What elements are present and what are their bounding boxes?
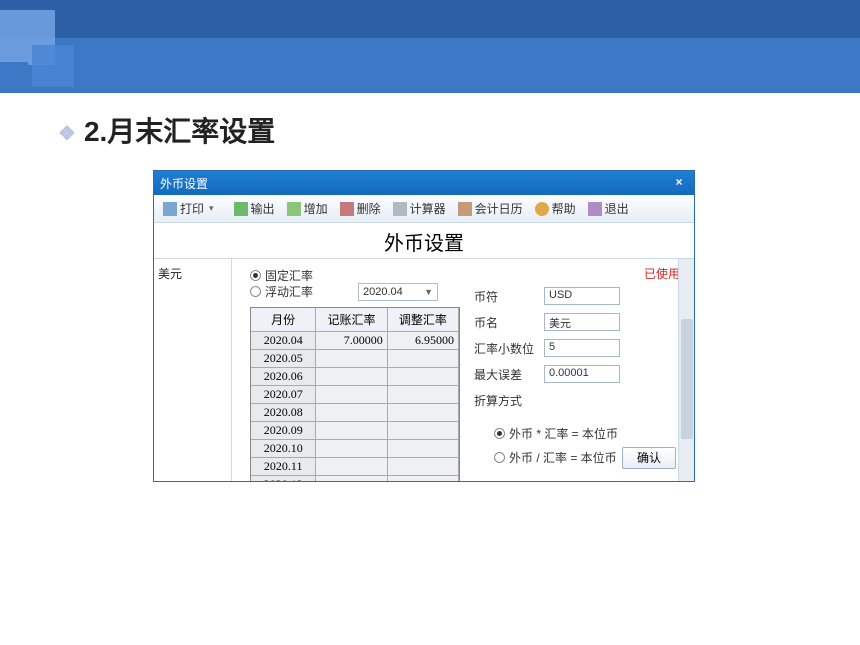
cell-book-rate[interactable]	[316, 476, 387, 481]
scrollbar-thumb[interactable]	[681, 319, 693, 439]
dialog-main-title: 外币设置	[154, 223, 694, 258]
print-icon	[163, 202, 177, 216]
cell-adjust-rate[interactable]	[388, 368, 459, 386]
period-select[interactable]: 2020.04 ▼	[358, 283, 438, 301]
name-input[interactable]: 美元	[544, 313, 620, 331]
field-calc: 折算方式	[474, 387, 674, 413]
rate-type-fixed[interactable]: 固定汇率	[250, 267, 684, 283]
export-icon	[234, 202, 248, 216]
col-month: 月份	[251, 308, 316, 332]
cell-adjust-rate[interactable]	[388, 422, 459, 440]
delete-button[interactable]: 删除	[335, 198, 386, 219]
export-button[interactable]: 输出	[229, 198, 280, 219]
cell-adjust-rate[interactable]	[388, 458, 459, 476]
cell-book-rate[interactable]	[316, 350, 387, 368]
slide-header	[0, 0, 860, 100]
field-symbol: 币符 USD	[474, 283, 674, 309]
cell-month: 2020.07	[251, 386, 316, 404]
currency-list[interactable]: 美元	[154, 259, 232, 481]
bullet-diamond-icon: ❖	[58, 123, 76, 145]
header-band-light	[0, 38, 860, 93]
field-decimal: 汇率小数位 5	[474, 335, 674, 361]
table-row[interactable]: 2020.10	[251, 440, 459, 458]
add-button[interactable]: 增加	[282, 198, 333, 219]
cell-month: 2020.05	[251, 350, 316, 368]
radio-icon	[494, 428, 505, 439]
cell-adjust-rate[interactable]	[388, 386, 459, 404]
add-icon	[287, 202, 301, 216]
header-band-dark	[0, 0, 860, 38]
cell-month: 2020.11	[251, 458, 316, 476]
field-name: 币名 美元	[474, 309, 674, 335]
calendar-icon	[458, 202, 472, 216]
cell-adjust-rate[interactable]: 6.95000	[388, 332, 459, 350]
table-row[interactable]: 2020.047.000006.95000	[251, 332, 459, 350]
header-square	[32, 45, 74, 87]
symbol-input[interactable]: USD	[544, 287, 620, 305]
dialog-titlebar[interactable]: 外币设置 ×	[154, 171, 694, 195]
field-maxerr: 最大误差 0.00001	[474, 361, 674, 387]
confirm-button[interactable]: 确认	[622, 447, 676, 469]
title-prefix: 2.	[84, 116, 107, 147]
table-header-row: 月份 记账汇率 调整汇率	[251, 308, 459, 332]
cell-month: 2020.12	[251, 476, 316, 481]
dropdown-icon: ▾	[209, 203, 214, 214]
cell-book-rate[interactable]	[316, 422, 387, 440]
cell-adjust-rate[interactable]	[388, 476, 459, 481]
table-row[interactable]: 2020.12	[251, 476, 459, 481]
help-icon	[535, 202, 549, 216]
rate-table: 月份 记账汇率 调整汇率 2020.047.000006.950002020.0…	[250, 307, 460, 481]
cell-book-rate[interactable]	[316, 458, 387, 476]
cell-adjust-rate[interactable]	[388, 350, 459, 368]
dialog-body: 美元 已使用 固定汇率 浮动汇率 2020.04 ▼ 月份 记账汇率 调整汇率	[154, 258, 694, 481]
calculator-button[interactable]: 计算器	[388, 198, 451, 219]
table-row[interactable]: 2020.09	[251, 422, 459, 440]
cell-month: 2020.08	[251, 404, 316, 422]
radio-icon	[494, 452, 505, 463]
cell-book-rate[interactable]	[316, 440, 387, 458]
calculator-icon	[393, 202, 407, 216]
cell-book-rate[interactable]	[316, 368, 387, 386]
col-book-rate: 记账汇率	[316, 308, 387, 332]
calc-opt-multiply[interactable]: 外币 * 汇率 = 本位币	[494, 421, 674, 445]
toolbar: 打印▾ 输出 增加 删除 计算器 会计日历 帮助 退出	[154, 195, 694, 223]
cell-month: 2020.09	[251, 422, 316, 440]
col-adjust-rate: 调整汇率	[388, 308, 459, 332]
cell-book-rate[interactable]: 7.00000	[316, 332, 387, 350]
settings-pane: 已使用 固定汇率 浮动汇率 2020.04 ▼ 月份 记账汇率 调整汇率 202…	[232, 259, 694, 481]
calendar-button[interactable]: 会计日历	[453, 198, 528, 219]
dialog-title: 外币设置	[160, 175, 208, 192]
radio-icon	[250, 286, 261, 297]
exit-button[interactable]: 退出	[583, 198, 634, 219]
maxerr-input[interactable]: 0.00001	[544, 365, 620, 383]
slide-title: ❖ 2.月末汇率设置	[58, 110, 275, 150]
field-column: 币符 USD 币名 美元 汇率小数位 5 最大误差 0.00001 折算方式	[474, 283, 674, 469]
status-badge: 已使用	[644, 265, 680, 282]
cell-book-rate[interactable]	[316, 404, 387, 422]
exit-icon	[588, 202, 602, 216]
currency-dialog: 外币设置 × 打印▾ 输出 增加 删除 计算器 会计日历 帮助 退出 外币设置 …	[153, 170, 695, 482]
decimal-input[interactable]: 5	[544, 339, 620, 357]
table-row[interactable]: 2020.05	[251, 350, 459, 368]
cell-month: 2020.10	[251, 440, 316, 458]
cell-adjust-rate[interactable]	[388, 440, 459, 458]
cell-month: 2020.04	[251, 332, 316, 350]
vertical-scrollbar[interactable]	[678, 259, 694, 481]
cell-adjust-rate[interactable]	[388, 404, 459, 422]
chevron-down-icon: ▼	[424, 287, 433, 297]
radio-icon	[250, 270, 261, 281]
table-row[interactable]: 2020.07	[251, 386, 459, 404]
table-row[interactable]: 2020.06	[251, 368, 459, 386]
cell-month: 2020.06	[251, 368, 316, 386]
title-text: 月末汇率设置	[107, 116, 275, 147]
currency-list-item[interactable]: 美元	[158, 265, 227, 282]
header-square	[0, 62, 28, 90]
cell-book-rate[interactable]	[316, 386, 387, 404]
delete-icon	[340, 202, 354, 216]
help-button[interactable]: 帮助	[530, 198, 581, 219]
table-row[interactable]: 2020.11	[251, 458, 459, 476]
print-button[interactable]: 打印▾	[158, 198, 219, 219]
table-row[interactable]: 2020.08	[251, 404, 459, 422]
close-icon[interactable]: ×	[670, 175, 688, 191]
